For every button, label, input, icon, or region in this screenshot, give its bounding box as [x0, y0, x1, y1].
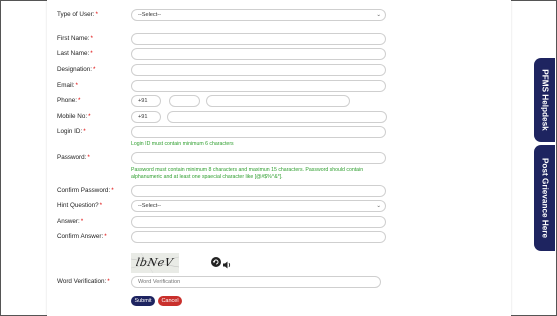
- phone-label: Phone:*: [57, 97, 81, 104]
- confirm-answer-input[interactable]: [131, 231, 386, 243]
- speaker-icon[interactable]: [222, 257, 232, 269]
- captcha-text: lbNeV: [134, 256, 175, 269]
- confirm-answer-label: Confirm Answer:*: [57, 233, 107, 240]
- designation-label: Designation:*: [57, 66, 96, 73]
- cancel-button[interactable]: Cancel: [158, 296, 182, 306]
- mobile-label: Mobile No:*: [57, 113, 91, 120]
- captcha-image: lbNeV: [131, 253, 179, 273]
- password-label: Password:*: [57, 154, 90, 161]
- hint-question-label: Hint Question?*: [57, 202, 103, 209]
- row-email: Email:*: [47, 79, 511, 95]
- login-id-label: Login ID:*: [57, 128, 86, 135]
- mobile-number-input[interactable]: [167, 111, 387, 123]
- confirm-password-label: Confirm Password:*: [57, 187, 114, 194]
- row-mobile: Mobile No:* +91: [47, 110, 511, 126]
- row-last-name: Last Name:*: [47, 47, 511, 63]
- first-name-input[interactable]: [131, 33, 386, 45]
- row-phone: Phone:* +91: [47, 94, 511, 110]
- registration-form: Type of User:* --Select-- ⌄ First Name:*…: [47, 0, 511, 316]
- post-grievance-tab[interactable]: Post Grievance Here: [534, 145, 555, 251]
- row-designation: Designation:*: [47, 63, 511, 79]
- row-confirm-answer: Confirm Answer:*: [47, 230, 511, 246]
- first-name-label: First Name:*: [57, 35, 93, 42]
- row-first-name: First Name:*: [47, 32, 511, 48]
- row-word-verification: Word Verification:*: [47, 275, 511, 291]
- type-of-user-select[interactable]: --Select-- ⌄: [131, 9, 386, 21]
- answer-label: Answer:*: [57, 218, 84, 225]
- email-label: Email:*: [57, 82, 78, 89]
- row-answer: Answer:*: [47, 215, 511, 231]
- designation-input[interactable]: [131, 64, 386, 76]
- pfms-helpdesk-label: PFMS Helpdesk: [540, 69, 549, 131]
- last-name-label: Last Name:*: [57, 50, 93, 57]
- submit-button[interactable]: Submit: [131, 296, 155, 306]
- login-id-input[interactable]: [131, 126, 386, 138]
- password-hint: Password must contain minimum 8 characte…: [131, 167, 364, 180]
- row-login-id: Login ID:*: [47, 125, 511, 141]
- confirm-password-input[interactable]: [131, 185, 386, 197]
- word-verification-label: Word Verification:*: [57, 278, 110, 285]
- row-type-of-user: Type of User:* --Select-- ⌄: [47, 8, 511, 24]
- last-name-input[interactable]: [131, 48, 386, 60]
- chevron-down-icon: ⌄: [376, 12, 381, 18]
- row-password: Password:*: [47, 151, 511, 167]
- login-id-hint: Login ID must contain minimum 6 characte…: [131, 141, 234, 147]
- row-hint-question: Hint Question?* --Select-- ⌄: [47, 199, 511, 215]
- word-verification-input[interactable]: [131, 276, 381, 288]
- refresh-icon[interactable]: [211, 257, 221, 267]
- row-confirm-password: Confirm Password:*: [47, 184, 511, 200]
- mobile-country-code[interactable]: +91: [131, 111, 161, 123]
- hint-question-select[interactable]: --Select-- ⌄: [131, 200, 386, 212]
- phone-number-input[interactable]: [206, 95, 350, 107]
- email-input[interactable]: [131, 80, 386, 92]
- phone-std-code-input[interactable]: [169, 95, 200, 107]
- phone-country-code[interactable]: +91: [131, 95, 161, 107]
- chevron-down-icon: ⌄: [376, 203, 381, 209]
- password-input[interactable]: [131, 152, 386, 164]
- answer-input[interactable]: [131, 216, 386, 228]
- pfms-helpdesk-tab[interactable]: PFMS Helpdesk: [534, 58, 555, 142]
- post-grievance-label: Post Grievance Here: [540, 157, 549, 239]
- type-of-user-label: Type of User:*: [57, 11, 98, 18]
